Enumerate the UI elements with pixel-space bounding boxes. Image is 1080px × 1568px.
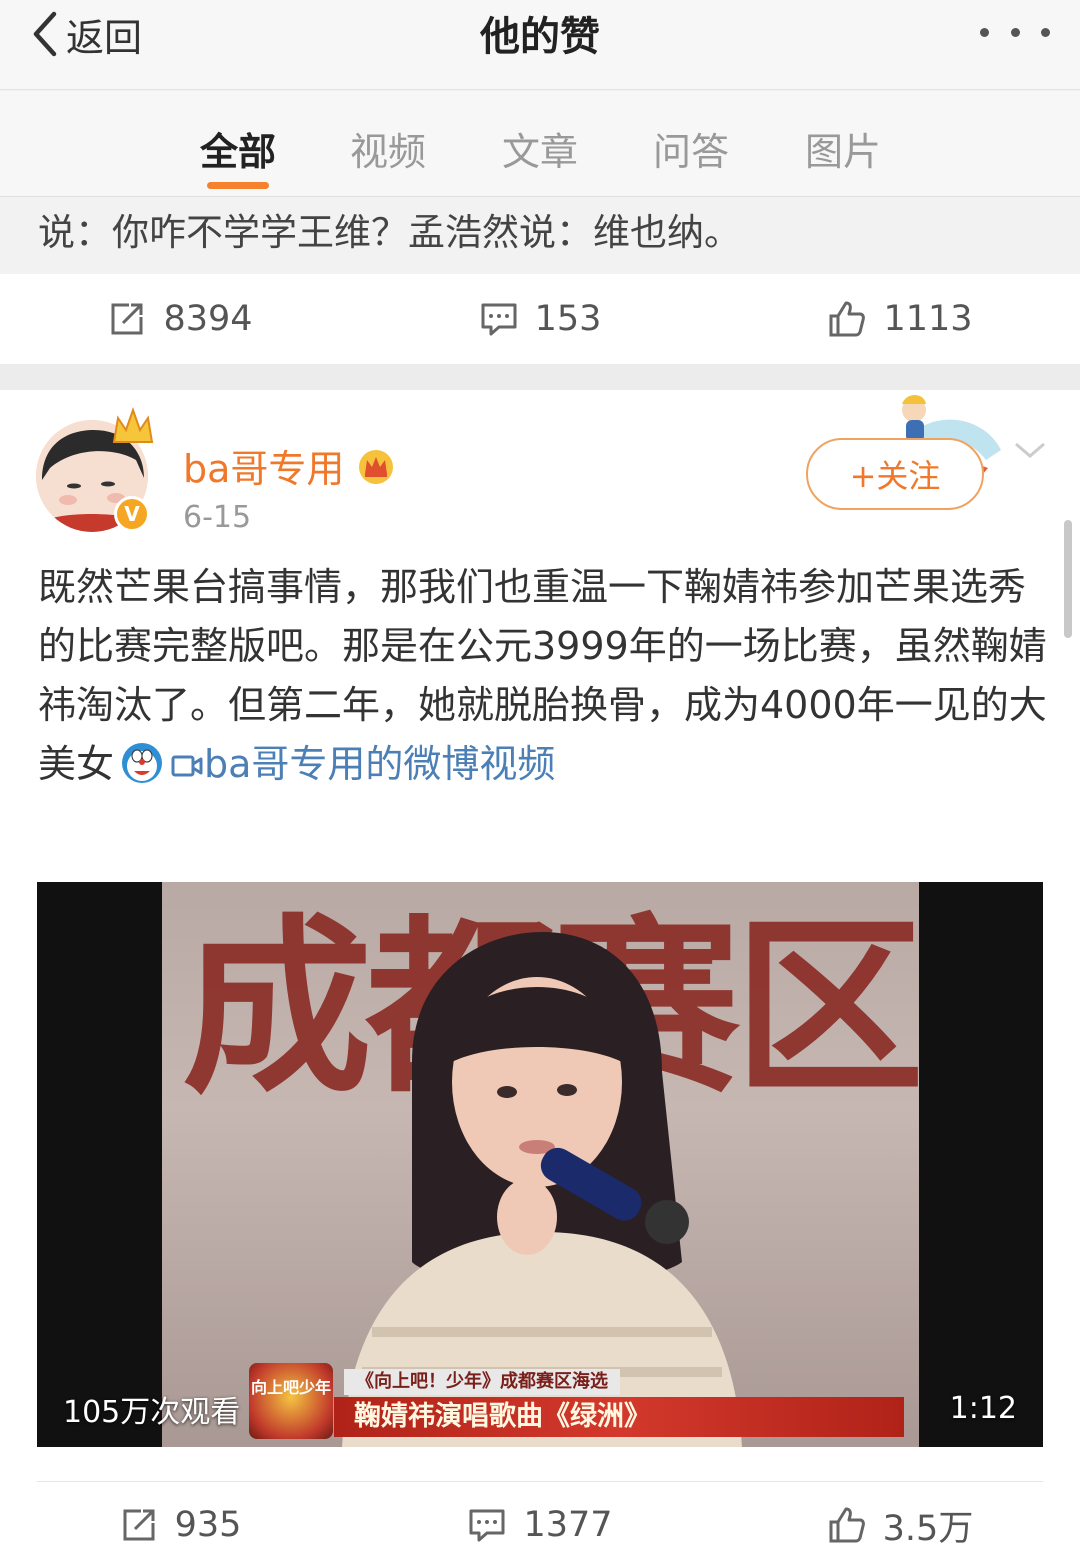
comment-count: 1377 [523, 1505, 613, 1545]
post-card: V ba哥专用 6-15 +关注 既然芒果台搞事情，那我们也重温一下鞠婧祎参加芒… [0, 390, 1080, 1568]
nav-bar: 返回 他的赞 [0, 0, 1080, 90]
more-dots-icon[interactable] [980, 22, 1050, 42]
tab-all[interactable]: 全部 [200, 121, 276, 176]
video-duration: 1:12 [949, 1391, 1017, 1426]
video-link[interactable]: ba哥专用的微博视频 [170, 742, 555, 786]
prev-post-text[interactable]: 说：你咋不学学王维？孟浩然说：维也纳。 [0, 198, 1080, 274]
like-count: 3.5万 [882, 1508, 974, 1549]
comment-button[interactable]: 153 [360, 274, 720, 364]
caption-top-text: 《向上吧！少年》成都赛区海选 [344, 1369, 620, 1395]
page-title: 他的赞 [480, 14, 600, 60]
comment-button[interactable]: 1377 [360, 1482, 720, 1568]
video-player[interactable]: 成都赛区 《向上吧！少年》成都赛区海选 鞠婧祎演唱歌曲《绿洲》 向上吧少年 10… [37, 882, 1043, 1447]
comment-icon [469, 1509, 505, 1542]
like-button[interactable]: 1113 [720, 274, 1080, 364]
video-caption: 《向上吧！少年》成都赛区海选 鞠婧祎演唱歌曲《绿洲》 向上吧少年 [249, 1363, 917, 1439]
video-link-icon [171, 755, 203, 777]
card-separator [0, 364, 1080, 390]
tab-image[interactable]: 图片 [805, 121, 881, 176]
like-icon [829, 1507, 865, 1543]
repost-icon [111, 303, 143, 335]
tab-indicator [207, 182, 269, 189]
post-actions: 935 1377 3.5万 [0, 1482, 1080, 1568]
repost-count: 8394 [163, 299, 253, 339]
video-link-label: ba哥专用的微博视频 [204, 742, 556, 786]
tab-bar: 全部 视频 文章 问答 图片 [0, 91, 1080, 197]
repost-count: 935 [174, 1505, 242, 1545]
tab-article[interactable]: 文章 [502, 121, 578, 176]
prev-post-card: 说：你咋不学学王维？孟浩然说：维也纳。 8394 153 1113 [0, 198, 1080, 364]
prev-post-actions: 8394 153 1113 [0, 274, 1080, 364]
chevron-down-icon[interactable] [1012, 436, 1048, 464]
post-text[interactable]: 既然芒果台搞事情，那我们也重温一下鞠婧祎参加芒果选秀的比赛完整版吧。那是在公元3… [38, 558, 1048, 794]
tab-video[interactable]: 视频 [350, 121, 426, 176]
follow-button[interactable]: +关注 [806, 438, 984, 510]
scrollbar[interactable] [1064, 520, 1072, 638]
username-label: ba哥专用 [183, 447, 345, 491]
show-logo: 向上吧少年 [249, 1363, 333, 1439]
crown-icon [359, 449, 394, 484]
caption-main-text: 鞠婧祎演唱歌曲《绿洲》 [334, 1397, 904, 1437]
like-icon [829, 301, 866, 337]
post-username[interactable]: ba哥专用 [183, 438, 396, 493]
view-count: 105万次观看 [63, 1395, 241, 1430]
doraemon-emoji-icon [122, 743, 163, 783]
repost-button[interactable]: 935 [0, 1482, 360, 1568]
tab-qa[interactable]: 问答 [653, 121, 729, 176]
comment-count: 153 [534, 299, 602, 339]
repost-icon [123, 1509, 155, 1541]
avatar[interactable]: V [36, 406, 154, 532]
verified-badge: V [114, 496, 150, 532]
like-button[interactable]: 3.5万 [720, 1482, 1080, 1568]
comment-icon [481, 303, 517, 336]
like-count: 1113 [883, 299, 973, 339]
post-date: 6-15 [183, 500, 252, 535]
repost-button[interactable]: 8394 [0, 274, 360, 364]
